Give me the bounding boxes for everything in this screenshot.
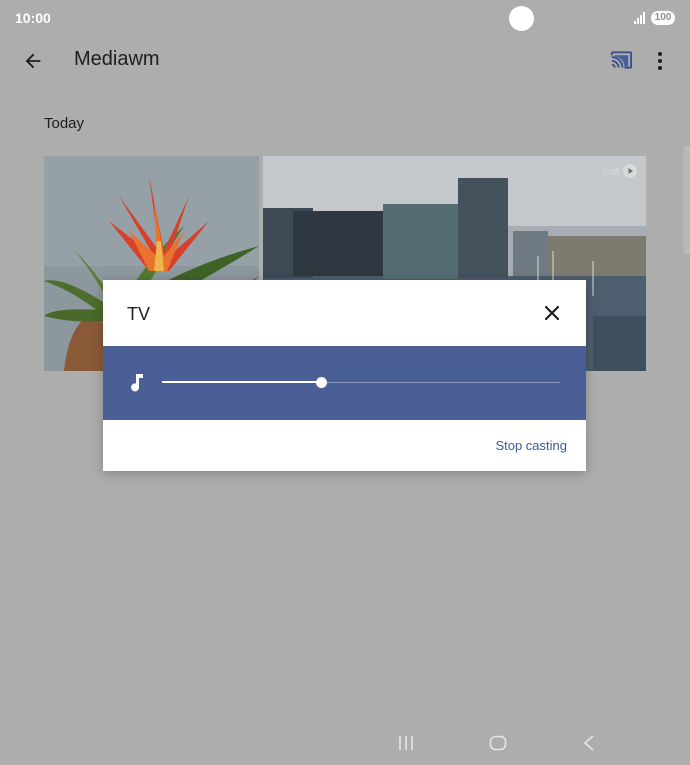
battery-level: 100 (654, 12, 672, 23)
camera-cutout (509, 6, 534, 31)
section-header-today: Today (44, 115, 85, 132)
recent-apps-icon[interactable] (398, 735, 414, 751)
status-bar: 10:00 100 (0, 0, 690, 36)
app-bar: Mediawm (0, 36, 690, 86)
scroll-handle[interactable] (683, 146, 690, 254)
battery-indicator: 100 (651, 11, 675, 25)
signal-icon (634, 12, 645, 24)
cast-connected-icon[interactable] (610, 50, 633, 70)
navigation-bar (0, 722, 690, 765)
home-icon[interactable] (489, 735, 507, 751)
video-duration: 0:05 (602, 167, 620, 177)
app-title: Mediawm (74, 48, 160, 70)
back-arrow-icon[interactable] (22, 50, 44, 72)
more-vert-icon[interactable] (650, 50, 670, 72)
slider-thumb[interactable] (315, 377, 327, 388)
cast-dialog: TV Stop casting (103, 280, 586, 471)
status-time: 10:00 (15, 10, 51, 26)
volume-panel (103, 346, 586, 420)
music-note-icon (131, 374, 143, 392)
slider-fill (162, 381, 322, 383)
back-icon[interactable] (582, 734, 596, 752)
stop-casting-button[interactable]: Stop casting (495, 438, 567, 453)
close-icon[interactable] (539, 300, 565, 326)
volume-slider[interactable] (162, 373, 560, 393)
play-icon (623, 164, 637, 178)
dialog-title: TV (127, 304, 151, 324)
